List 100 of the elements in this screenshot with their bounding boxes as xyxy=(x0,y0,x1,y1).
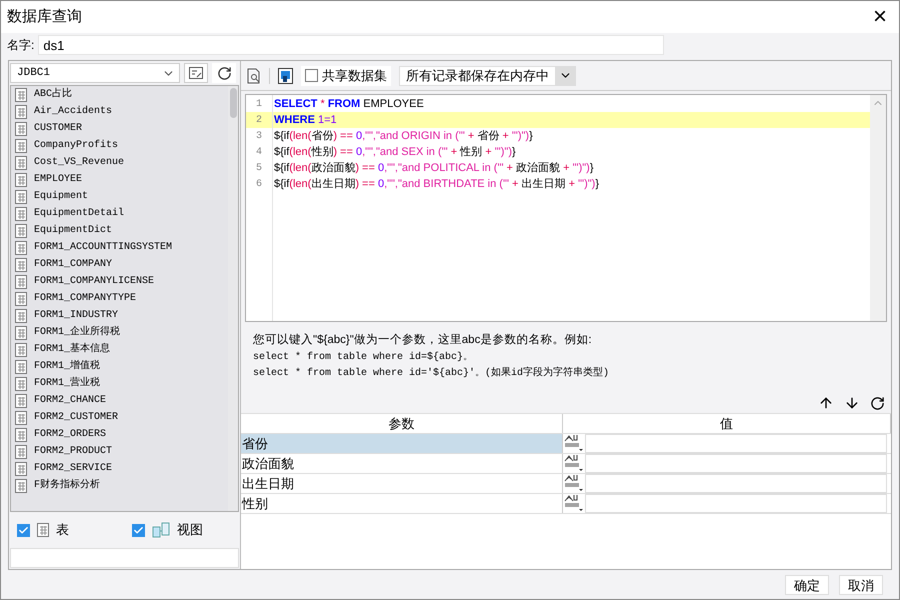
type-selector-icon[interactable] xyxy=(563,474,585,492)
save-icon[interactable] xyxy=(278,68,293,84)
filter-label: 表 xyxy=(56,521,69,540)
table-icon xyxy=(15,274,27,288)
table-icon xyxy=(15,376,27,390)
share-checkbox[interactable] xyxy=(305,69,318,82)
refresh-button[interactable] xyxy=(212,63,236,83)
connection-dropdown[interactable]: JDBC1 xyxy=(10,63,180,83)
table-list-item[interactable]: EMPLOYEE xyxy=(11,171,228,188)
type-selector-icon[interactable] xyxy=(563,434,585,452)
table-icon xyxy=(15,342,27,356)
line-number: 2 xyxy=(254,114,263,128)
param-name-cell[interactable]: 出生日期 xyxy=(241,474,563,494)
table-list-item[interactable]: FORM1_ACCOUNTTINGSYSTEM xyxy=(11,239,228,256)
table-icon xyxy=(15,172,27,186)
code-line: 6 ${if(len(出生日期) == 0,"","and BIRTHDATE in ('" + 出生日期 + "')")} xyxy=(246,176,870,192)
table-list-item[interactable]: FORM2_SERVICE xyxy=(11,460,228,477)
table-icon xyxy=(15,104,27,118)
column-header: 参数 xyxy=(241,414,563,434)
scrollbar[interactable] xyxy=(870,95,886,321)
refresh-params-button[interactable] xyxy=(870,395,885,412)
table-icon xyxy=(37,523,49,537)
table-list-item[interactable]: FORM1_增值税 xyxy=(11,358,228,375)
table-list-item[interactable]: FORM1_COMPANY xyxy=(11,256,228,273)
table-icon xyxy=(15,394,27,408)
table-list-item[interactable]: FORM1_COMPANYLICENSE xyxy=(11,273,228,290)
param-name-cell[interactable]: 性别 xyxy=(241,494,563,514)
code-line: 4 ${if(len(性别) == 0,"","and SEX in ('" + 性别 + "')")} xyxy=(246,144,870,160)
dialog-button[interactable]: 确定 xyxy=(785,575,829,595)
line-number: 6 xyxy=(254,178,263,192)
table-list-item[interactable]: EquipmentDict xyxy=(11,222,228,239)
dialog-button[interactable]: 取消 xyxy=(839,575,883,595)
scrollbar[interactable] xyxy=(228,86,238,511)
param-value-input[interactable] xyxy=(585,474,887,494)
table-list-item[interactable]: FORM2_ORDERS xyxy=(11,426,228,443)
table-icon xyxy=(15,462,27,476)
table-icon xyxy=(15,138,27,152)
code-line: 5 ${if(len(政治面貌) == 0,"","and POLITICAL in ('" + 政治面貌 + "')")} xyxy=(246,160,870,176)
type-selector-icon[interactable] xyxy=(563,454,585,472)
table-list-item[interactable]: FORM1_基本信息 xyxy=(11,341,228,358)
hint-text: select * from table where id='${abc}'。(如果id字段为字符串类型) xyxy=(253,366,610,382)
table-icon xyxy=(15,258,27,272)
code-line: 3 ${if(len(省份) == 0,"","and ORIGIN in ('" + 省份 + "')")} xyxy=(246,128,870,144)
table-icon xyxy=(15,308,27,322)
filter-input[interactable] xyxy=(10,548,239,568)
table-list-item[interactable]: Cost_VS_Revenue xyxy=(11,154,228,171)
view-icon xyxy=(152,522,170,538)
window-title: 数据库查询 xyxy=(7,6,82,27)
sql-editor[interactable] xyxy=(245,94,887,322)
name-input[interactable]: ds1 xyxy=(38,35,664,55)
connection-settings-button[interactable] xyxy=(184,63,208,83)
table-list-item[interactable]: FORM2_PRODUCT xyxy=(11,443,228,460)
table-icon xyxy=(15,88,27,102)
table-list-item[interactable]: FORM2_CUSTOMER xyxy=(11,409,228,426)
hint-text: 您可以键入"${abc}"做为一个参数，这里abc是参数的名称。例如: xyxy=(253,332,593,348)
table-icon xyxy=(15,428,27,442)
table-icon xyxy=(15,206,27,220)
hint-text: select * from table where id=${abc}。 xyxy=(253,350,474,366)
table-list-item[interactable]: FORM1_营业税 xyxy=(11,375,228,392)
param-name-cell[interactable]: 政治面貌 xyxy=(241,454,563,474)
table-icon xyxy=(15,326,27,340)
preview-icon[interactable] xyxy=(247,68,261,84)
storage-dropdown[interactable]: 所有记录都保存在内存中 xyxy=(399,66,576,86)
table-list-item[interactable]: FORM1_INDUSTRY xyxy=(11,307,228,324)
column-header: 值 xyxy=(563,414,891,434)
table-list-item[interactable]: CUSTOMER xyxy=(11,120,228,137)
table-icon xyxy=(15,240,27,254)
filter-checkbox[interactable] xyxy=(17,524,30,536)
param-value-input[interactable] xyxy=(585,434,887,454)
table-icon xyxy=(15,360,27,374)
refresh-icon[interactable] xyxy=(216,66,232,80)
table-list-item[interactable]: FORM1_企业所得税 xyxy=(11,324,228,341)
param-name-cell[interactable]: 省份 xyxy=(241,434,563,454)
line-number: 3 xyxy=(254,130,263,144)
table-icon xyxy=(15,478,27,492)
param-value-input[interactable] xyxy=(585,454,887,474)
move-down-button[interactable] xyxy=(844,395,860,412)
table-list-item[interactable]: ABC占比 xyxy=(11,86,228,103)
table-list-item[interactable]: CompanyProfits xyxy=(11,137,228,154)
database-edit-icon xyxy=(189,67,203,79)
table-list-item[interactable]: FORM1_COMPANYTYPE xyxy=(11,290,228,307)
table-icon xyxy=(15,224,27,238)
code-line: 1 SELECT * FROM EMPLOYEE xyxy=(246,96,870,112)
table-list-item[interactable]: EquipmentDetail xyxy=(11,205,228,222)
table-icon xyxy=(15,410,27,424)
table-icon xyxy=(15,444,27,458)
table-list-item[interactable]: F财务指标分析 xyxy=(11,477,228,494)
table-icon xyxy=(15,156,27,170)
line-number: 1 xyxy=(254,98,263,112)
table-list-item[interactable]: Air_Accidents xyxy=(11,103,228,120)
table-icon xyxy=(15,190,27,204)
filter-checkbox[interactable] xyxy=(132,524,145,536)
table-list-item[interactable]: Equipment xyxy=(11,188,228,205)
param-value-input[interactable] xyxy=(585,494,887,514)
table-icon xyxy=(15,122,27,136)
line-number: 4 xyxy=(254,146,263,160)
close-button[interactable]: × xyxy=(872,5,887,29)
name-label: 名字: xyxy=(7,37,34,54)
type-selector-icon[interactable] xyxy=(563,494,585,512)
table-list-item[interactable]: FORM2_CHANCE xyxy=(11,392,228,409)
